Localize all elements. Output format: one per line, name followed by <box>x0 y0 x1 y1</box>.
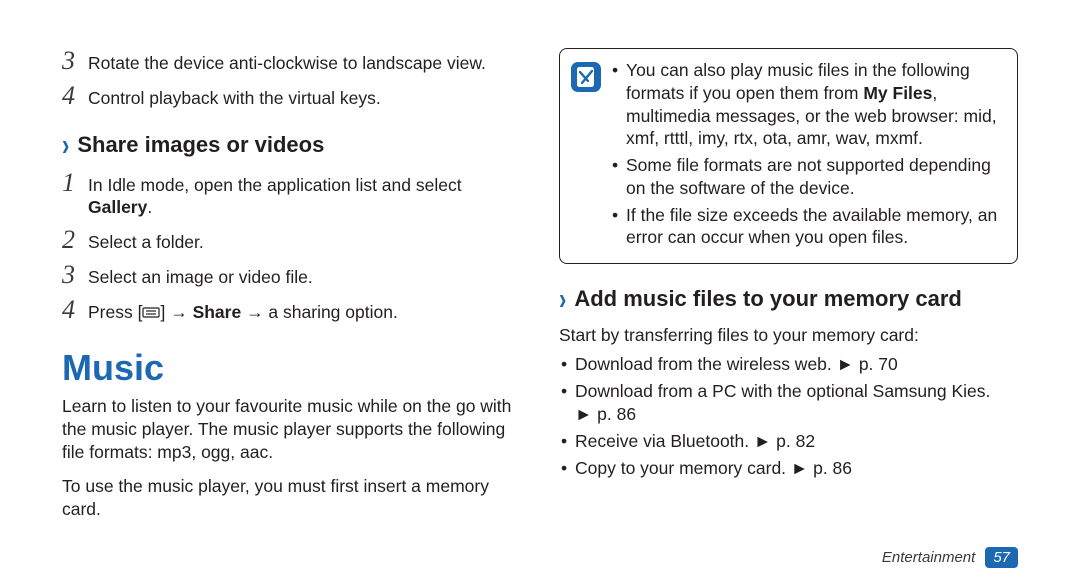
menu-key-icon <box>142 307 160 318</box>
right-column: You can also play music files in the fol… <box>559 48 1018 531</box>
subheading-share: › Share images or videos <box>62 132 521 158</box>
left-column: 3 Rotate the device anti-clockwise to la… <box>62 48 521 531</box>
note-item: You can also play music files in the fol… <box>612 59 1005 150</box>
page-content: 3 Rotate the device anti-clockwise to la… <box>0 0 1080 561</box>
step-number: 4 <box>62 83 88 109</box>
heading-music: Music <box>62 347 521 389</box>
page-reference: ► p. 82 <box>754 431 815 451</box>
step-number: 3 <box>62 262 88 288</box>
list-item: Receive via Bluetooth. ► p. 82 <box>559 430 1018 453</box>
subheading-text: Add music files to your memory card <box>574 286 962 312</box>
page-reference: ► p. 86 <box>575 404 636 424</box>
intro-text: Start by transferring files to your memo… <box>559 324 1018 347</box>
step-text: Press [ ] → Share → a sharing option. <box>88 297 398 324</box>
subheading-add-music: › Add music files to your memory card <box>559 286 1018 312</box>
step-number: 3 <box>62 48 88 74</box>
footer-section: Entertainment <box>882 549 975 566</box>
note-box: You can also play music files in the fol… <box>559 48 1018 264</box>
chevron-icon: › <box>62 126 69 162</box>
note-item: If the file size exceeds the available m… <box>612 204 1005 250</box>
step-number: 1 <box>62 170 88 196</box>
step-item: 1 In Idle mode, open the application lis… <box>62 170 521 220</box>
list-item: Download from a PC with the optional Sam… <box>559 380 1018 426</box>
step-text: Select a folder. <box>88 227 204 254</box>
note-item: Some file formats are not supported depe… <box>612 154 1005 200</box>
step-item: 4 Press [ ] → Share → a sharing option. <box>62 297 521 324</box>
step-number: 4 <box>62 297 88 323</box>
paragraph: To use the music player, you must first … <box>62 475 521 521</box>
list-item: Copy to your memory card. ► p. 86 <box>559 457 1018 480</box>
step-text: Rotate the device anti-clockwise to land… <box>88 48 486 75</box>
note-list: You can also play music files in the fol… <box>612 59 1005 253</box>
step-item: 4 Control playback with the virtual keys… <box>62 83 521 110</box>
step-text: In Idle mode, open the application list … <box>88 170 521 220</box>
page-reference: ► p. 86 <box>791 458 852 478</box>
step-text: Control playback with the virtual keys. <box>88 83 381 110</box>
step-number: 2 <box>62 227 88 253</box>
chevron-icon: › <box>559 281 566 317</box>
bullet-list: Download from the wireless web. ► p. 70 … <box>559 353 1018 480</box>
subheading-text: Share images or videos <box>77 132 324 158</box>
list-item: Download from the wireless web. ► p. 70 <box>559 353 1018 376</box>
step-item: 3 Rotate the device anti-clockwise to la… <box>62 48 521 75</box>
page-footer: Entertainment 57 <box>882 547 1018 568</box>
step-item: 3 Select an image or video file. <box>62 262 521 289</box>
page-reference: ► p. 70 <box>837 354 898 374</box>
page-number-badge: 57 <box>985 547 1018 568</box>
paragraph: Learn to listen to your favourite music … <box>62 395 521 464</box>
step-text: Select an image or video file. <box>88 262 313 289</box>
step-item: 2 Select a folder. <box>62 227 521 254</box>
note-icon <box>570 61 602 93</box>
